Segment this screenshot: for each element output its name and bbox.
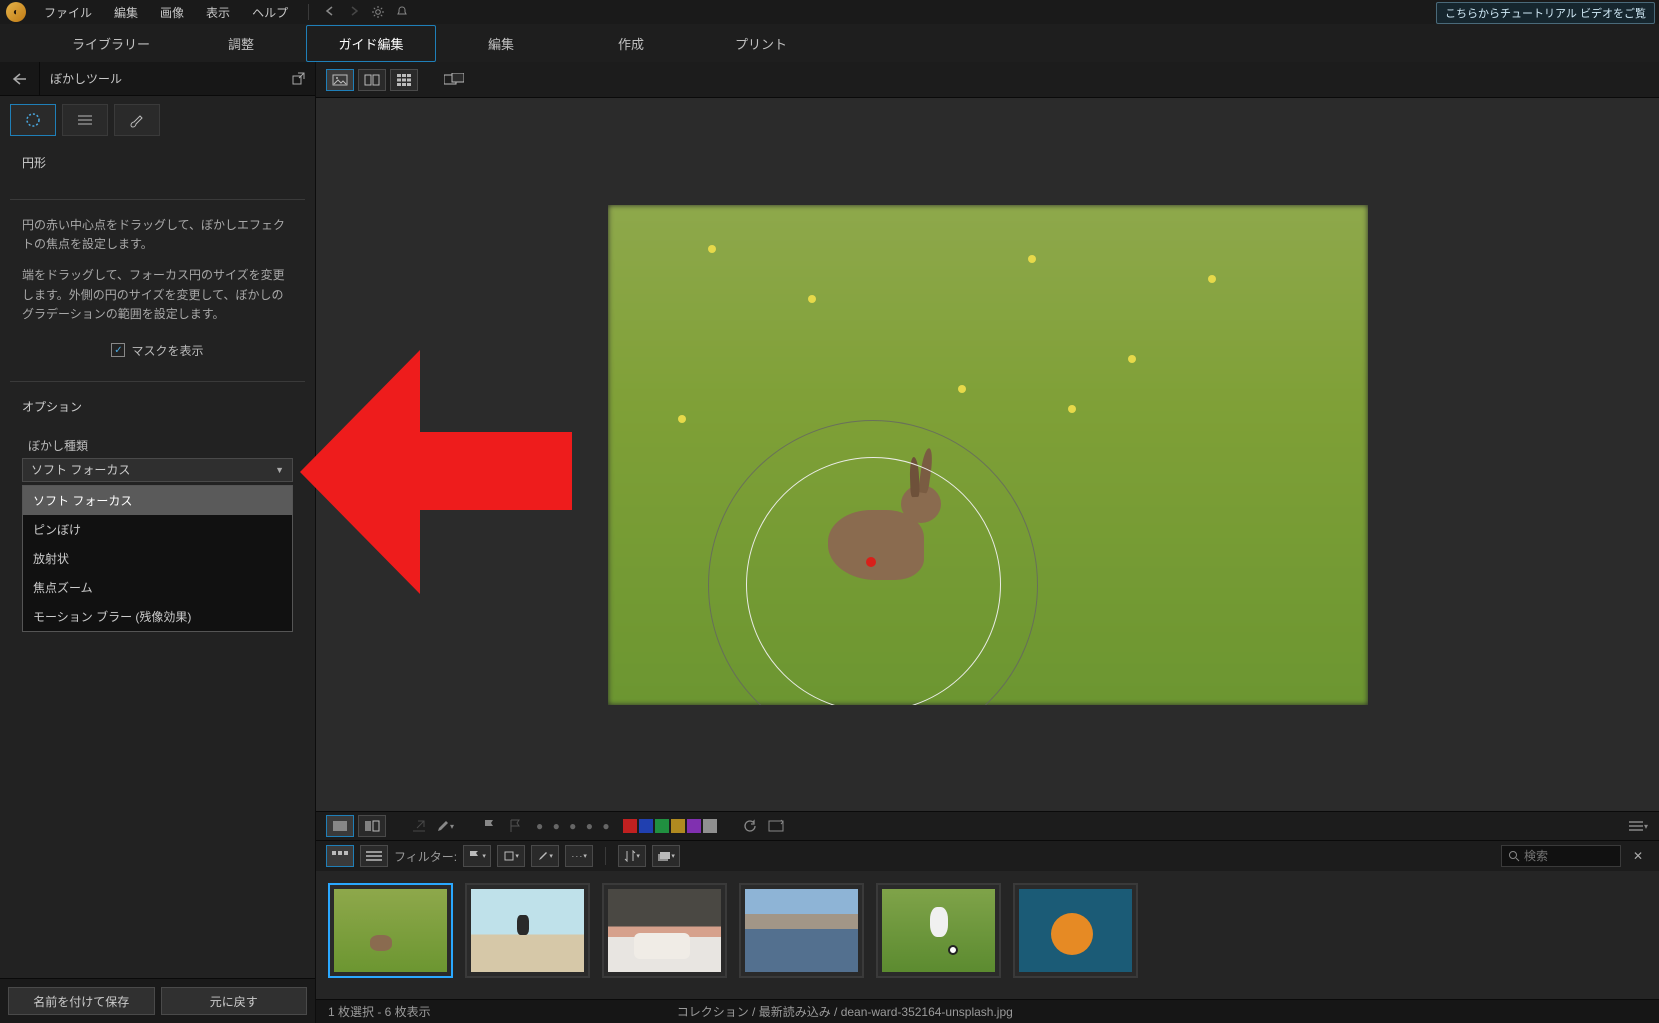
menu-edit[interactable]: 編集 [104,0,148,25]
menu-image[interactable]: 画像 [150,0,194,25]
filter-label-icon[interactable]: ▾ [497,845,525,867]
blur-type-label: ぼかし種類 [28,437,293,454]
dropdown-value: ソフト フォーカス [31,461,130,478]
option-out-of-focus[interactable]: ピンぼけ [23,515,292,544]
clear-search-icon[interactable]: ✕ [1627,849,1649,863]
help-text-1: 円の赤い中心点をドラッグして、ぼかしエフェクトの焦点を設定します。 [22,216,293,254]
shape-section-title: 円形 [22,154,293,171]
divider [10,381,305,382]
redo-icon[interactable] [343,1,365,23]
module-library[interactable]: ライブラリー [46,26,176,61]
strip-list-icon[interactable] [360,845,388,867]
tag-yellow[interactable] [671,819,685,833]
shape-brush-tab[interactable] [114,104,160,136]
export-icon[interactable] [408,815,430,837]
layout-normal-icon[interactable] [326,815,354,837]
back-button[interactable] [0,62,40,96]
thumbnail[interactable] [876,883,1001,978]
rotate-icon[interactable] [739,815,761,837]
status-path: コレクション / 最新読み込み / dean-ward-352164-unspl… [677,1003,1013,1020]
filter-label: フィルター: [394,848,457,865]
flag-icon[interactable] [478,815,500,837]
shape-linear-tab[interactable] [62,104,108,136]
thumbnail[interactable] [328,883,453,978]
chevron-down-icon: ▼ [275,465,284,475]
tag-none[interactable] [703,819,717,833]
module-adjust[interactable]: 調整 [176,26,306,61]
strip-thumbs-icon[interactable] [326,845,354,867]
more-menu-icon[interactable]: ▾ [1627,815,1649,837]
tool-title: ぼかしツール [40,70,283,87]
popout-icon[interactable] [283,72,315,86]
tag-green[interactable] [655,819,669,833]
option-motion-blur[interactable]: モーション ブラー (残像効果) [23,602,292,631]
module-edit[interactable]: 編集 [436,26,566,61]
menu-view[interactable]: 表示 [196,0,240,25]
view-compare-icon[interactable] [358,69,386,91]
notifications-icon[interactable] [391,1,413,23]
search-box[interactable] [1501,845,1621,867]
thumbnail[interactable] [1013,883,1138,978]
options-section-title: オプション [22,398,293,415]
thumbnail[interactable] [602,883,727,978]
filter-rating-icon[interactable]: ···▾ [565,845,593,867]
stack-icon[interactable]: ▾ [652,845,680,867]
view-grid-icon[interactable] [390,69,418,91]
module-create[interactable]: 作成 [566,26,696,61]
view-secondary-icon[interactable] [440,69,468,91]
menu-help[interactable]: ヘルプ [242,0,298,25]
thumbnail[interactable] [739,883,864,978]
module-print[interactable]: プリント [696,26,826,61]
blur-type-options-list: ソフト フォーカス ピンぼけ 放射状 焦点ズーム モーション ブラー (残像効果… [22,485,293,632]
undo-icon[interactable] [319,1,341,23]
search-icon [1508,850,1520,862]
module-guided[interactable]: ガイド編集 [306,25,436,62]
divider [308,4,309,20]
option-radial[interactable]: 放射状 [23,544,292,573]
tag-blue[interactable] [639,819,653,833]
status-selection: 1 枚選択 - 6 枚表示 [328,1003,431,1020]
layout-split-icon[interactable] [358,815,386,837]
preview-image[interactable] [608,205,1368,705]
app-logo[interactable]: ◐ [6,2,26,22]
settings-icon[interactable] [367,1,389,23]
search-input[interactable] [1524,849,1604,863]
filter-flag-icon[interactable]: ▾ [463,845,491,867]
tag-red[interactable] [623,819,637,833]
checkbox-checked-icon: ✓ [111,343,125,357]
blur-inner-circle[interactable] [746,457,1001,705]
blur-type-dropdown[interactable]: ソフト フォーカス ▼ ソフト フォーカス ピンぼけ 放射状 焦点ズーム モーシ… [22,458,293,482]
help-text-2: 端をドラッグして、フォーカス円のサイズを変更します。外側の円のサイズを変更して、… [22,266,293,324]
reject-flag-icon[interactable] [504,815,526,837]
view-single-icon[interactable] [326,69,354,91]
thumbnail[interactable] [465,883,590,978]
edit-pencil-icon[interactable]: ▾ [434,815,456,837]
show-mask-checkbox[interactable]: ✓ マスクを表示 [22,336,293,365]
menu-file[interactable]: ファイル [34,0,102,25]
filter-edit-icon[interactable]: ▾ [531,845,559,867]
tag-purple[interactable] [687,819,701,833]
shape-circle-tab[interactable] [10,104,56,136]
blur-center-handle[interactable] [866,557,876,567]
tutorial-button[interactable]: こちらからチュートリアル ビデオをご覧 [1436,2,1655,24]
sort-icon[interactable]: ▾ [618,845,646,867]
show-mask-label: マスクを表示 [131,342,203,359]
crop-sync-icon[interactable] [765,815,787,837]
divider [10,199,305,200]
rating-dots[interactable]: ● ● ● ● ● [536,819,613,833]
color-tags[interactable] [623,819,717,833]
reset-button[interactable]: 元に戻す [161,987,308,1015]
option-soft-focus[interactable]: ソフト フォーカス [23,486,292,515]
option-focal-zoom[interactable]: 焦点ズーム [23,573,292,602]
save-as-button[interactable]: 名前を付けて保存 [8,987,155,1015]
